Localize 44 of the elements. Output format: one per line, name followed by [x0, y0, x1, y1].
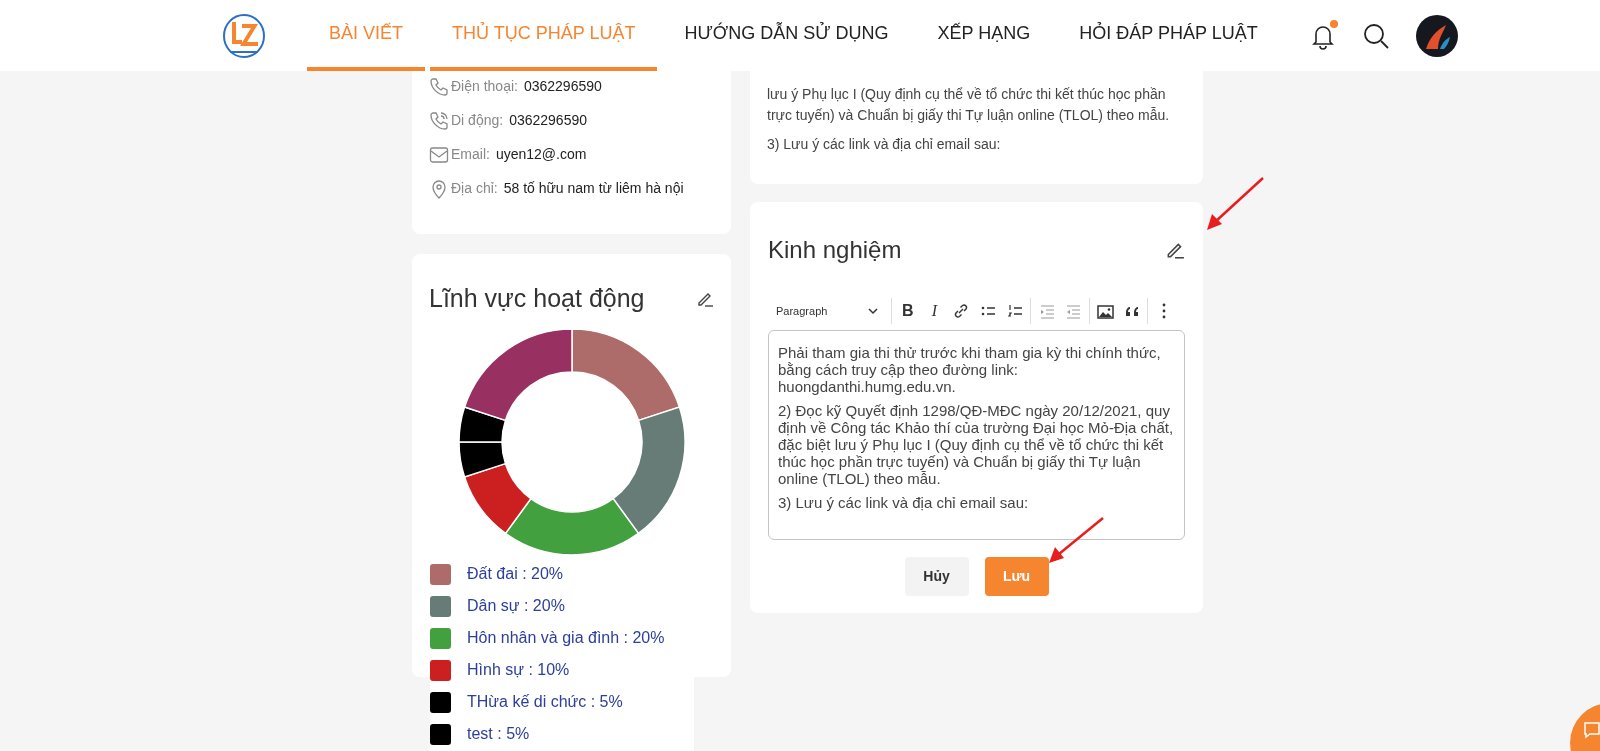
- mail-icon: [429, 144, 449, 165]
- legend-label: THừa kế di chức : 5%: [467, 692, 623, 712]
- paragraph: 3) Lưu ý các link và địa chỉ email sau:: [767, 135, 1002, 154]
- avatar[interactable]: [1415, 14, 1458, 57]
- location-pin-icon: [429, 178, 449, 199]
- text-editor[interactable]: [768, 330, 1185, 540]
- chevron-down-icon: [867, 306, 880, 316]
- format-dropdown[interactable]: Paragraph: [776, 298, 890, 324]
- paragraph: Phải tham gia thi thử trước khi tham gia kỳ thi chính thức, bằng cách truy cập theo đường link: huongdanthi.humg.edu.vn.: [778, 344, 1162, 395]
- nav-tab[interactable]: XẾP HẠNG: [915, 0, 1053, 71]
- field-label: Điện thoại:: [451, 77, 518, 96]
- legend-label: Đất đai : 20%: [467, 564, 564, 584]
- annotation-arrow: [1205, 176, 1265, 232]
- field-label: Địa chỉ:: [451, 179, 498, 198]
- paragraph: 2) Đọc kỹ Quyết định 1298/QĐ-MĐC ngày 20/12/2021, quy định về Công tác Khảo thí của trường Đại học Mỏ-Địa chất, đặc biệt lưu ý Phụ lục I (Quy định cụ thể về tổ chức thi kết thúc học phần trực tuyến) và Chuẩn bị giấy thi Tự luận online (TLOL) theo mẫu.: [778, 402, 1175, 487]
- chat-icon: [1582, 721, 1600, 739]
- outdent-icon: [1064, 302, 1083, 320]
- phone-icon: [429, 76, 449, 97]
- more-icon: [1160, 303, 1167, 319]
- italic-button[interactable]: I: [922, 298, 947, 324]
- field-value: 0362296590: [523, 77, 602, 96]
- image-icon: [1096, 302, 1115, 320]
- field-value: 0362296590: [509, 111, 588, 130]
- field-label: Di động:: [451, 111, 504, 130]
- cancel-button[interactable]: Hủy: [904, 557, 969, 596]
- field-value: 58 tố hữu nam từ liêm hà nội: [503, 179, 684, 198]
- legend-label: Dân sự : 20%: [467, 596, 565, 616]
- paragraph: lưu ý Phụ lục I (Quy định cụ thể về tổ chức thi kết thúc học phần trực tuyến) và Chuẩn bị giấy thi Tự luận online (TLOL) theo mẫu.: [767, 85, 1171, 125]
- field-label: Email:: [451, 145, 490, 164]
- legend-label: Hôn nhân và gia đình : 20%: [467, 628, 665, 648]
- numbered-list-icon: [1005, 302, 1024, 320]
- phone-icon: [429, 110, 449, 131]
- search-icon[interactable]: [1361, 21, 1390, 50]
- paragraph: 3) Lưu ý các link và địa chỉ email sau:: [778, 494, 1030, 511]
- annotation-arrow: [1047, 516, 1105, 566]
- card-title: Kinh nghiệm: [768, 235, 902, 265]
- bold-button[interactable]: B: [895, 298, 921, 324]
- legend-label: test : 5%: [467, 724, 530, 744]
- field-value: uyen12@.com: [495, 145, 587, 164]
- legend-label: Hình sự : 10%: [467, 660, 570, 680]
- nav-tab[interactable]: HỎI ĐÁP PHÁP LUẬT: [1057, 0, 1280, 71]
- card-title: Lĩnh vực hoạt động: [429, 283, 645, 314]
- nav-tab[interactable]: HƯỚNG DẪN SỬ DỤNG: [662, 0, 911, 71]
- logo[interactable]: [222, 11, 266, 60]
